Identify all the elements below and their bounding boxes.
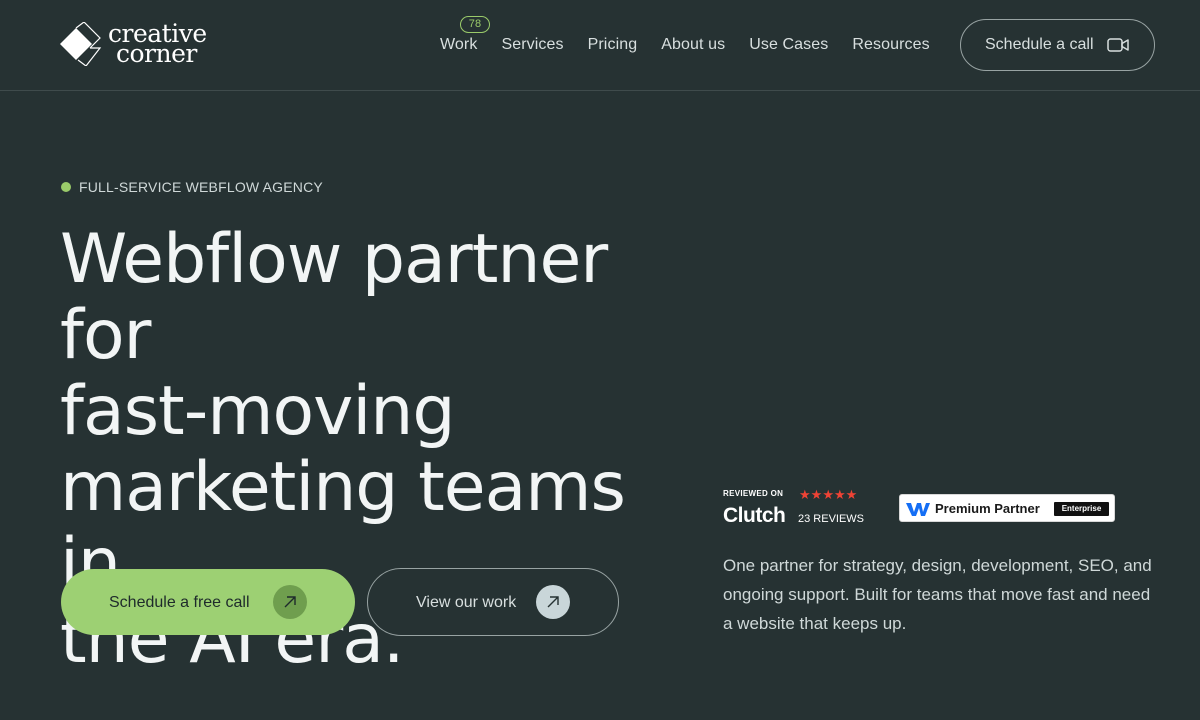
nav-item-work[interactable]: Work 78 [440,16,490,54]
logo-word-corner: corner [116,39,197,68]
nav-item-label: Use Cases [749,36,829,53]
nav-item-use-cases[interactable]: Use Cases [749,36,828,54]
nav-item-pricing[interactable]: Pricing [588,36,638,54]
webflow-logo-icon [906,503,930,516]
star-icon: ★ [833,487,846,502]
clutch-rating-stars: ★ ★ ★ ★ ★ [799,488,857,502]
star-icon: ★ [822,487,834,502]
diamond-logo-icon [60,22,102,66]
nav-item-label: Services [501,36,564,53]
video-camera-icon [1107,38,1129,52]
nav-item-label: Work [440,36,478,53]
green-dot-icon [61,182,71,192]
nav-item-label: Resources [852,36,930,53]
nav-item-label: Pricing [587,36,638,53]
clutch-review-badge[interactable]: REVIEWED ON ★ ★ ★ ★ ★ Clutch 23 REVIEWS [723,488,868,528]
clutch-review-count: 23 REVIEWS [798,513,865,525]
view-our-work-label: View our work [416,594,517,611]
schedule-call-label: Schedule a call [985,36,1094,53]
work-count-badge: 78 [460,16,490,33]
main-nav: Work 78 Services Pricing About us Use Ca… [440,16,930,54]
webflow-badge-text: Premium Partner [935,501,1040,516]
star-icon: ★ [810,487,823,502]
webflow-enterprise-tag: Enterprise [1054,502,1109,516]
hero-description: One partner for strategy, design, develo… [723,556,1152,633]
headline-line-1: Webflow partner for [60,220,608,375]
nav-item-services[interactable]: Services [501,36,563,54]
logo-wordmark: creative corner [108,21,207,68]
nav-item-label: About us [661,36,726,53]
eyebrow-text: FULL-SERVICE WEBFLOW AGENCY [79,179,323,195]
logo[interactable]: creative corner [60,21,207,68]
schedule-free-call-label: Schedule a free call [109,594,250,611]
arrow-up-right-icon [273,585,307,619]
headline-line-2: fast-moving [60,372,455,451]
star-icon: ★ [845,487,858,502]
star-icon: ★ [799,487,811,502]
hero-eyebrow: FULL-SERVICE WEBFLOW AGENCY [61,179,323,195]
schedule-free-call-button[interactable]: Schedule a free call [61,569,355,635]
view-our-work-button[interactable]: View our work [367,568,619,636]
clutch-reviewed-on: REVIEWED ON [723,489,784,498]
schedule-call-button[interactable]: Schedule a call [960,19,1155,71]
nav-item-about-us[interactable]: About us [661,36,725,54]
webflow-premium-partner-badge[interactable]: Premium Partner Enterprise [899,494,1115,522]
nav-item-resources[interactable]: Resources [852,36,929,54]
site-header: creative corner Work 78 Services Pricing… [0,0,1200,91]
clutch-logo: Clutch [723,504,786,527]
arrow-up-right-icon [536,585,570,619]
